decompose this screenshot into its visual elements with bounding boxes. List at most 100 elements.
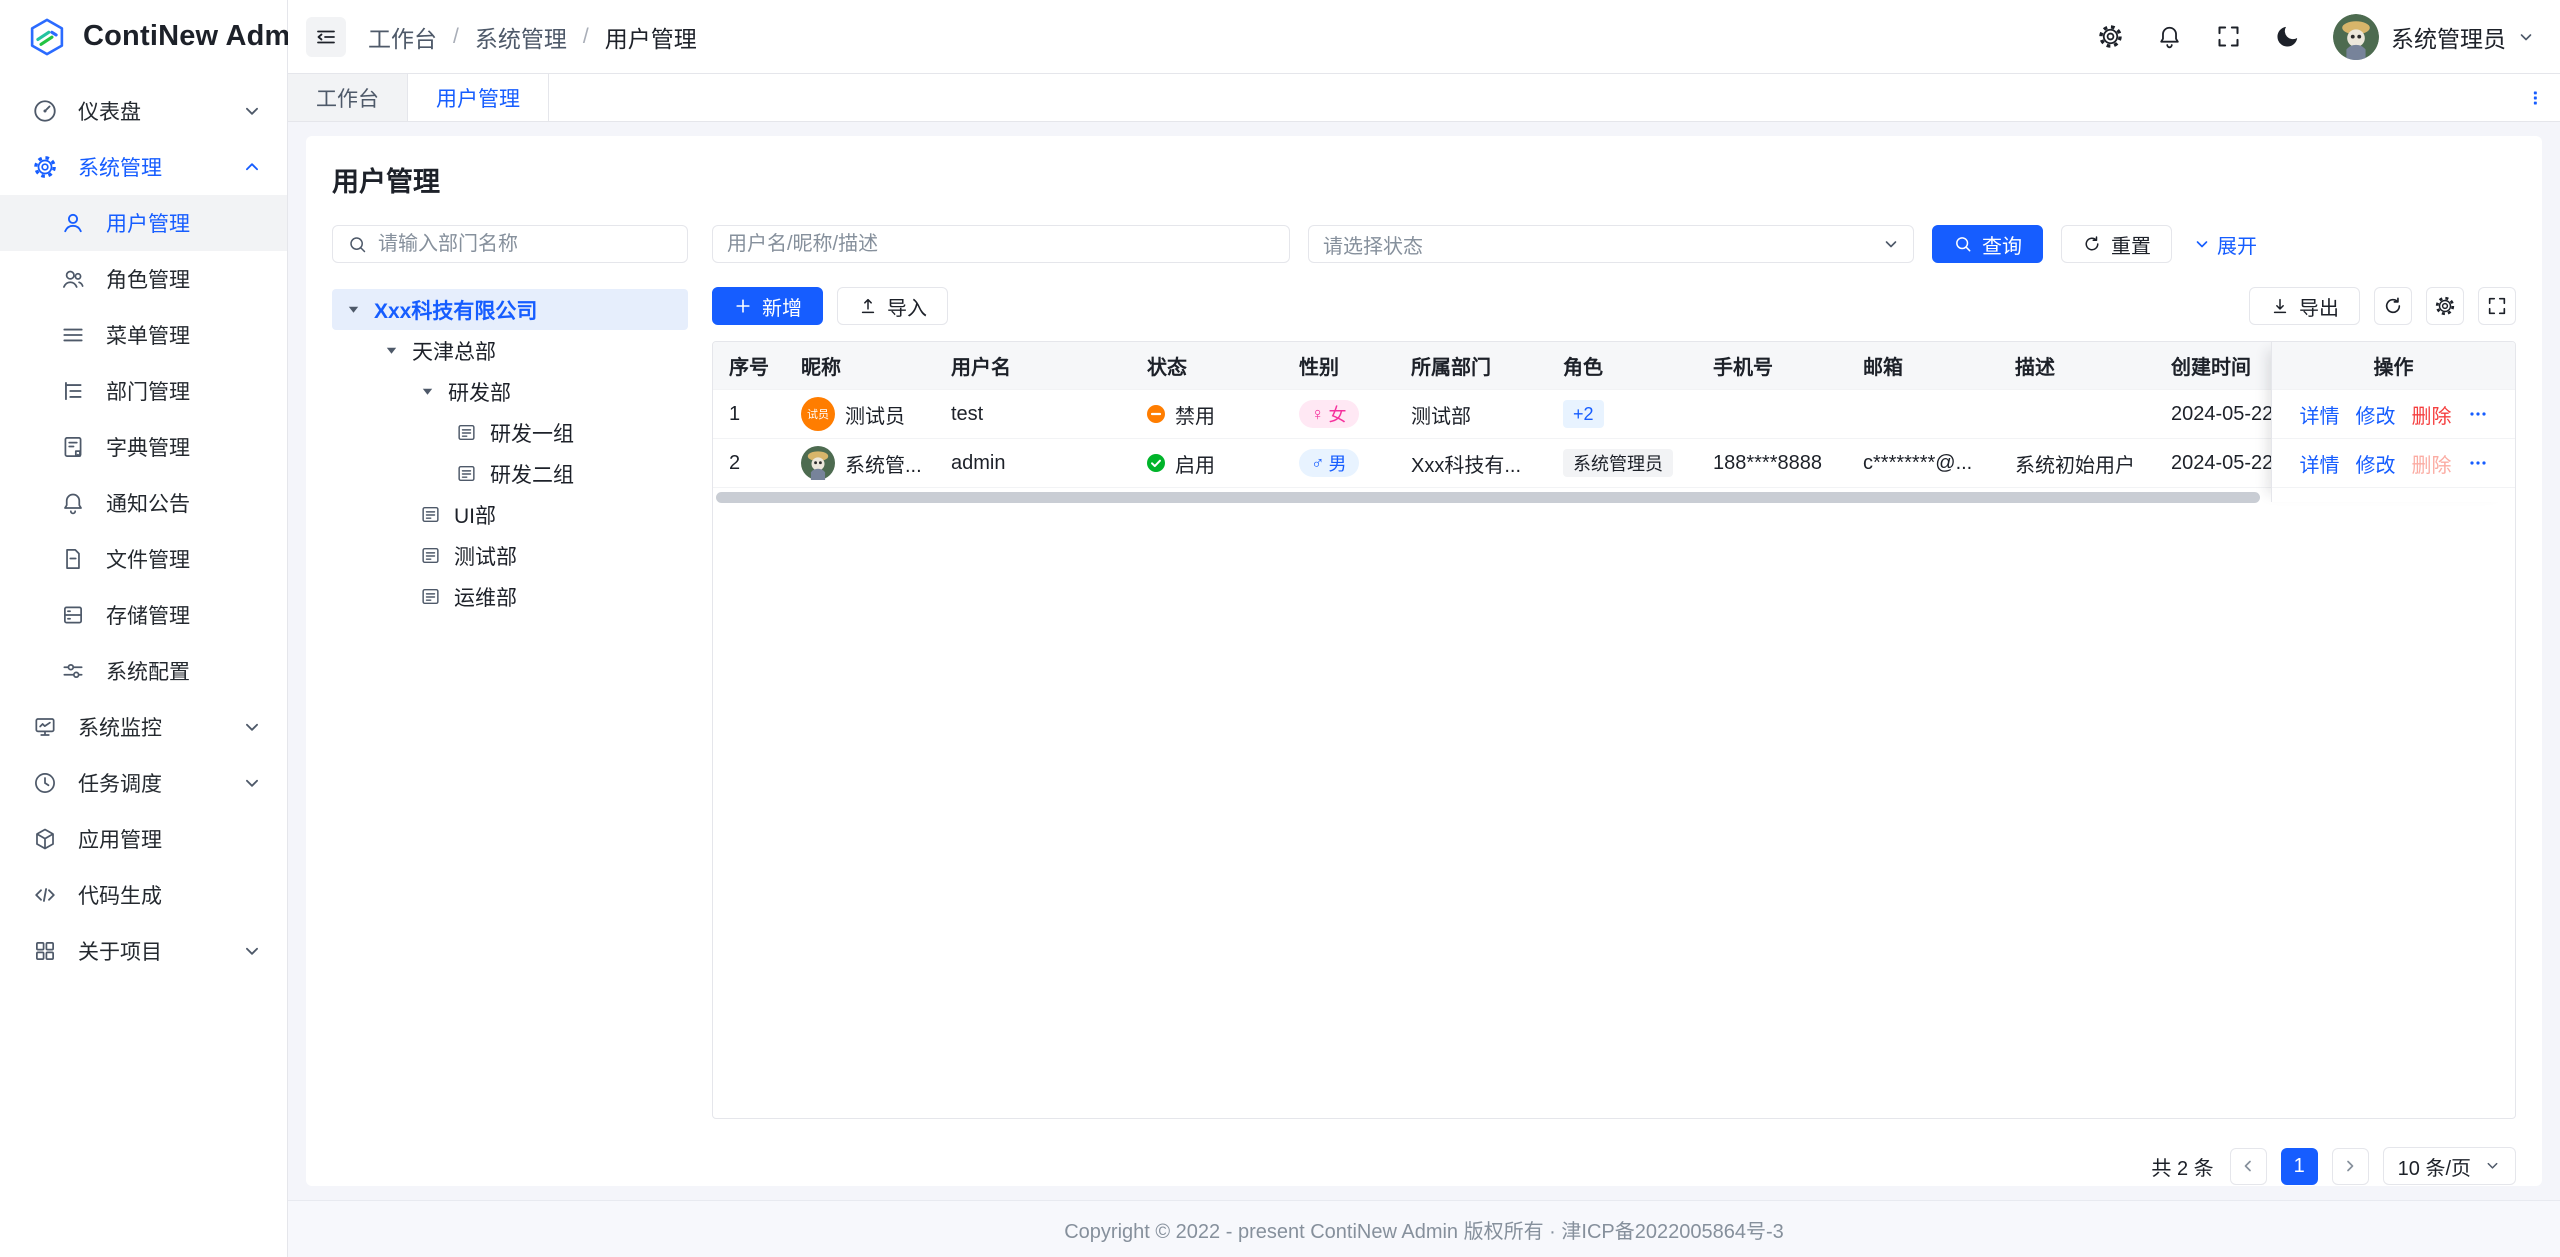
detail-link[interactable]: 详情 bbox=[2300, 449, 2340, 478]
tree-node-ops-dept[interactable]: 运维部 bbox=[332, 576, 688, 617]
next-page-button[interactable] bbox=[2331, 1147, 2369, 1185]
more-actions-icon[interactable] bbox=[2468, 404, 2488, 424]
clock-icon bbox=[32, 770, 58, 796]
tabs-more-icon[interactable] bbox=[2526, 74, 2560, 121]
search-button[interactable]: 查询 bbox=[1932, 225, 2043, 263]
dark-mode-moon-icon[interactable] bbox=[2274, 23, 2301, 50]
sidebar-item-app-management[interactable]: 应用管理 bbox=[0, 811, 287, 867]
page-number-current[interactable]: 1 bbox=[2280, 1147, 2318, 1185]
cell-username: test bbox=[951, 402, 984, 425]
column-header: 性别 bbox=[1299, 357, 1339, 379]
sidebar-item-system-config[interactable]: 系统配置 bbox=[0, 643, 287, 699]
export-button[interactable]: 导出 bbox=[2249, 287, 2360, 325]
caret-down-icon[interactable] bbox=[420, 384, 435, 399]
sidebar-item-role-management[interactable]: 角色管理 bbox=[0, 251, 287, 307]
tree-node-rd-group2[interactable]: 研发二组 bbox=[332, 453, 688, 494]
delete-link[interactable]: 删除 bbox=[2412, 400, 2452, 429]
cell-role: 系统管理员 bbox=[1547, 449, 1697, 477]
table-fullscreen-button[interactable] bbox=[2478, 287, 2516, 325]
app-root: ContiNew Admin 仪表盘 系统管理 用户管理 角色管理 菜单管理 部… bbox=[0, 0, 2560, 1257]
sidebar-item-task-schedule[interactable]: 任务调度 bbox=[0, 755, 287, 811]
tree-node-tianjin-hq[interactable]: 天津总部 bbox=[332, 330, 688, 371]
dept-search-input[interactable] bbox=[378, 232, 673, 256]
gender-female-badge: ♀ 女 bbox=[1299, 400, 1359, 428]
sidebar-item-dict-management[interactable]: 字典管理 bbox=[0, 419, 287, 475]
breadcrumb-separator: / bbox=[582, 24, 589, 48]
cell-nickname: 试员 测试员 bbox=[785, 397, 935, 431]
expand-filters-link[interactable]: 展开 bbox=[2194, 230, 2257, 259]
table-header-row: 序号 昵称 用户名 状态 性别 所属部门 角色 手机号 邮箱 描述 创建时间 bbox=[713, 342, 2515, 390]
sidebar-item-storage-management[interactable]: 存储管理 bbox=[0, 587, 287, 643]
settings-gear-icon[interactable] bbox=[2097, 23, 2124, 50]
sidebar-item-label: 字典管理 bbox=[106, 437, 190, 460]
tree-node-company[interactable]: Xxx科技有限公司 bbox=[332, 289, 688, 330]
delete-link-disabled: 删除 bbox=[2411, 454, 2452, 477]
role-count-badge[interactable]: +2 bbox=[1563, 400, 1604, 428]
user-menu[interactable]: 系统管理员 bbox=[2333, 13, 2534, 60]
total-count: 共 2 条 bbox=[2151, 1157, 2214, 1180]
user-icon bbox=[60, 210, 86, 236]
detail-link[interactable]: 详情 bbox=[2300, 400, 2340, 429]
sidebar-item-dashboard[interactable]: 仪表盘 bbox=[0, 83, 287, 139]
tree-node-ui-dept[interactable]: UI部 bbox=[332, 494, 688, 535]
fullscreen-icon[interactable] bbox=[2215, 23, 2242, 50]
sidebar-item-code-generation[interactable]: 代码生成 bbox=[0, 867, 287, 923]
grid-icon bbox=[32, 938, 58, 964]
import-button[interactable]: 导入 bbox=[837, 287, 948, 325]
reset-button[interactable]: 重置 bbox=[2061, 225, 2172, 263]
prev-page-button[interactable] bbox=[2229, 1147, 2267, 1185]
add-user-button[interactable]: 新增 bbox=[712, 287, 823, 325]
status-select-placeholder: 请选择状态 bbox=[1323, 235, 1423, 258]
keyword-input[interactable] bbox=[727, 232, 1275, 256]
breadcrumb-item[interactable]: 系统管理 bbox=[475, 20, 567, 54]
table-settings-button[interactable] bbox=[2426, 287, 2464, 325]
horizontal-scrollbar[interactable] bbox=[716, 492, 2260, 503]
page-size-select[interactable]: 10 条/页 bbox=[2382, 1147, 2516, 1185]
chevron-down-icon bbox=[2518, 29, 2534, 45]
copyright-text: Copyright © 2022 - present ContiNew Admi… bbox=[1064, 1220, 1784, 1243]
sidebar-item-label: 代码生成 bbox=[78, 885, 162, 908]
tab-label: 工作台 bbox=[316, 87, 379, 111]
chevron-down-icon bbox=[2194, 236, 2210, 252]
sidebar-item-system-management[interactable]: 系统管理 bbox=[0, 139, 287, 195]
tab-workbench[interactable]: 工作台 bbox=[288, 74, 408, 121]
cell-status: 禁用 bbox=[1131, 400, 1283, 429]
edit-link[interactable]: 修改 bbox=[2356, 400, 2396, 429]
tree-list-icon bbox=[60, 378, 86, 404]
sidebar-item-notice[interactable]: 通知公告 bbox=[0, 475, 287, 531]
cell-phone: 188****8888 bbox=[1713, 451, 1822, 474]
column-header: 邮箱 bbox=[1863, 357, 1903, 379]
status-select[interactable]: 请选择状态 bbox=[1308, 225, 1914, 263]
search-icon bbox=[347, 234, 368, 255]
tree-node-rd-group1[interactable]: 研发一组 bbox=[332, 412, 688, 453]
gear-icon bbox=[32, 154, 58, 180]
edit-link[interactable]: 修改 bbox=[2356, 449, 2396, 478]
notifications-bell-icon[interactable] bbox=[2156, 23, 2183, 50]
sidebar-item-label: 系统管理 bbox=[78, 157, 162, 180]
breadcrumb-item[interactable]: 工作台 bbox=[368, 20, 437, 54]
org-node-icon bbox=[456, 463, 477, 484]
caret-down-icon[interactable] bbox=[346, 302, 361, 317]
sidebar: ContiNew Admin 仪表盘 系统管理 用户管理 角色管理 菜单管理 部… bbox=[0, 0, 317, 1257]
caret-down-icon[interactable] bbox=[384, 343, 399, 358]
sidebar-item-user-management[interactable]: 用户管理 bbox=[0, 195, 287, 251]
sidebar-item-system-monitor[interactable]: 系统监控 bbox=[0, 699, 287, 755]
tree-node-test-dept[interactable]: 测试部 bbox=[332, 535, 688, 576]
sidebar-item-file-management[interactable]: 文件管理 bbox=[0, 531, 287, 587]
more-actions-icon[interactable] bbox=[2468, 453, 2488, 473]
sidebar-item-dept-management[interactable]: 部门管理 bbox=[0, 363, 287, 419]
import-button-label: 导入 bbox=[887, 297, 927, 320]
collapse-sidebar-button[interactable] bbox=[306, 16, 346, 57]
chevron-down-icon bbox=[2485, 1158, 2501, 1174]
search-icon bbox=[1953, 234, 1973, 254]
collapse-menu-icon bbox=[314, 25, 338, 49]
refresh-table-button[interactable] bbox=[2374, 287, 2412, 325]
cell-gender: ♀ 女 bbox=[1283, 400, 1395, 428]
tree-node-rd-dept[interactable]: 研发部 bbox=[332, 371, 688, 412]
sidebar-item-label: 角色管理 bbox=[106, 269, 190, 292]
tab-user-management[interactable]: 用户管理 bbox=[408, 74, 549, 121]
sidebar-item-about-project[interactable]: 关于项目 bbox=[0, 923, 287, 979]
app-logo[interactable]: ContiNew Admin bbox=[0, 0, 317, 73]
tab-bar: 工作台 用户管理 bbox=[288, 74, 2560, 122]
sidebar-item-menu-management[interactable]: 菜单管理 bbox=[0, 307, 287, 363]
